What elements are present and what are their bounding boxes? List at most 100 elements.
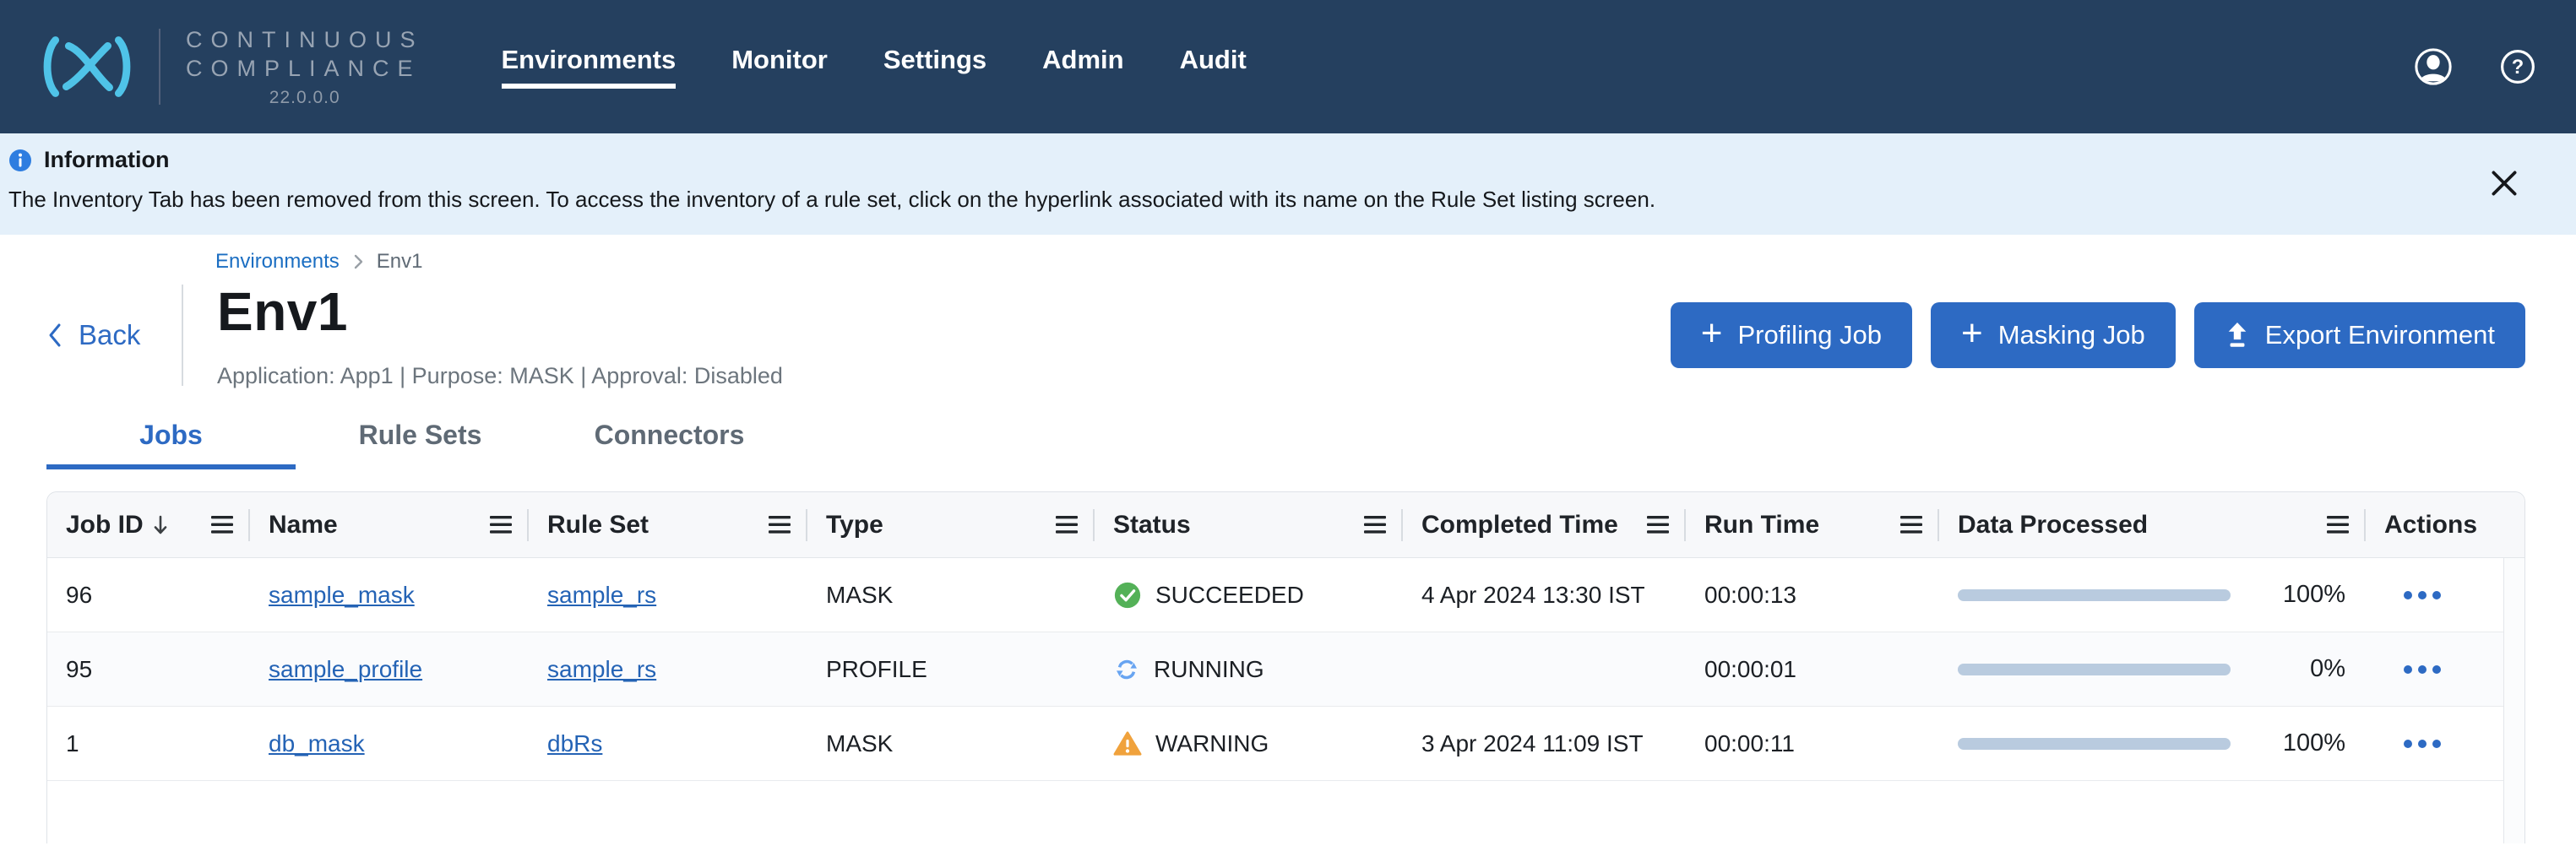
cell-run-time: 00:00:13: [1686, 558, 1939, 632]
export-environment-label: Export Environment: [2265, 320, 2495, 350]
progress-bar: [1958, 589, 2231, 601]
back-button[interactable]: Back: [46, 319, 182, 351]
top-navbar: CONTINUOUS COMPLIANCE 22.0.0.0 Environme…: [0, 0, 2576, 133]
cell-type: PROFILE: [807, 632, 1095, 706]
masking-job-label: Masking Job: [1998, 320, 2145, 350]
cell-completed-time: 4 Apr 2024 13:30 IST: [1403, 558, 1686, 632]
cell-run-time: 00:00:11: [1686, 707, 1939, 780]
nav-item-settings[interactable]: Settings: [883, 45, 986, 89]
export-environment-button[interactable]: Export Environment: [2194, 302, 2525, 368]
column-menu-icon[interactable]: [1647, 516, 1669, 534]
close-icon[interactable]: [2486, 165, 2522, 201]
rule-set-link[interactable]: sample_rs: [547, 656, 656, 683]
job-name-link[interactable]: sample_mask: [269, 582, 415, 609]
row-actions-button[interactable]: [2366, 632, 2503, 706]
row-actions-button[interactable]: [2366, 707, 2503, 780]
progress-bar: [1958, 664, 2231, 675]
jobs-table: Job ID Name Rule Set: [46, 491, 2525, 843]
brand-line2: COMPLIANCE: [186, 54, 424, 83]
tab-connectors[interactable]: Connectors: [545, 420, 794, 469]
column-header-rule-set[interactable]: Rule Set: [529, 492, 807, 557]
cell-status: WARNING: [1095, 707, 1403, 780]
column-header-status[interactable]: Status: [1095, 492, 1403, 557]
banner-title: Information: [44, 147, 170, 173]
tab-rule-sets[interactable]: Rule Sets: [296, 420, 545, 469]
breadcrumb-current: Env1: [377, 250, 423, 274]
nav-item-environments[interactable]: Environments: [502, 45, 677, 89]
masking-job-button[interactable]: + Masking Job: [1931, 302, 2176, 368]
cell-job-id: 1: [47, 707, 250, 780]
help-icon[interactable]: ?: [2500, 49, 2535, 84]
profiling-job-button[interactable]: + Profiling Job: [1671, 302, 1912, 368]
column-header-actions: Actions: [2366, 492, 2524, 557]
column-menu-icon[interactable]: [1900, 516, 1922, 534]
brand-block: CONTINUOUS COMPLIANCE 22.0.0.0: [186, 25, 424, 108]
main-nav: Environments Monitor Settings Admin Audi…: [502, 45, 1247, 89]
svg-text:?: ?: [2512, 57, 2524, 79]
job-name-link[interactable]: sample_profile: [269, 656, 422, 683]
brand-line1: CONTINUOUS: [186, 25, 424, 54]
banner-message: The Inventory Tab has been removed from …: [8, 187, 2483, 213]
page-header: Back Env1 Application: App1 | Purpose: M…: [46, 280, 2525, 389]
cell-data-processed: 100%: [1939, 558, 2366, 632]
column-menu-icon[interactable]: [1056, 516, 1078, 534]
chevron-left-icon: [46, 322, 63, 349]
breadcrumb-environments-link[interactable]: Environments: [215, 250, 340, 274]
ellipsis-menu-icon: [2403, 664, 2442, 675]
column-menu-icon[interactable]: [769, 516, 791, 534]
column-menu-icon[interactable]: [490, 516, 512, 534]
progress-percent: 100%: [2283, 581, 2345, 609]
column-header-type[interactable]: Type: [807, 492, 1095, 557]
rule-set-link[interactable]: sample_rs: [547, 582, 656, 609]
navbar-logo-divider: [159, 29, 160, 105]
table-scrollbar[interactable]: [2503, 558, 2524, 843]
column-menu-icon[interactable]: [2327, 516, 2349, 534]
column-menu-icon[interactable]: [1364, 516, 1386, 534]
cell-job-id: 96: [47, 558, 250, 632]
cell-status: SUCCEEDED: [1095, 558, 1403, 632]
tab-jobs[interactable]: Jobs: [46, 420, 296, 469]
jobs-table-body: 96 sample_mask sample_rs MASK SUCCEEDED …: [47, 558, 2524, 843]
cell-data-processed: 0%: [1939, 632, 2366, 706]
cell-completed-time: 3 Apr 2024 11:09 IST: [1403, 707, 1686, 780]
navbar-right: ?: [2414, 47, 2535, 86]
title-divider: [182, 285, 183, 386]
ellipsis-menu-icon: [2403, 739, 2442, 749]
nav-item-admin[interactable]: Admin: [1042, 45, 1123, 89]
column-header-run-time[interactable]: Run Time: [1686, 492, 1939, 557]
progress-percent: 100%: [2283, 729, 2345, 757]
cell-type: MASK: [807, 558, 1095, 632]
cell-job-id: 95: [47, 632, 250, 706]
progress-percent: 0%: [2310, 655, 2345, 683]
brand-logo-icon[interactable]: [37, 35, 137, 99]
info-banner: Information The Inventory Tab has been r…: [0, 133, 2576, 235]
table-row: 95 sample_profile sample_rs PROFILE RUNN…: [47, 632, 2503, 707]
table-row: 96 sample_mask sample_rs MASK SUCCEEDED …: [47, 558, 2503, 632]
cell-completed-time: [1403, 632, 1686, 706]
app-version: 22.0.0.0: [269, 88, 340, 108]
nav-item-monitor[interactable]: Monitor: [731, 45, 828, 89]
back-label: Back: [79, 319, 140, 351]
rule-set-link[interactable]: dbRs: [547, 730, 602, 757]
user-icon[interactable]: [2414, 47, 2453, 86]
column-header-job-id[interactable]: Job ID: [47, 492, 250, 557]
header-actions: + Profiling Job + Masking Job Export Env…: [1671, 302, 2525, 368]
job-name-link[interactable]: db_mask: [269, 730, 365, 757]
profiling-job-label: Profiling Job: [1737, 320, 1882, 350]
jobs-table-header: Job ID Name Rule Set: [47, 492, 2524, 558]
column-header-data-processed[interactable]: Data Processed: [1939, 492, 2366, 557]
nav-item-audit[interactable]: Audit: [1180, 45, 1247, 89]
sort-desc-icon[interactable]: [152, 514, 169, 536]
cell-status: RUNNING: [1095, 632, 1403, 706]
breadcrumb: Environments Env1: [215, 250, 2525, 274]
cell-data-processed: 100%: [1939, 707, 2366, 780]
check-circle-icon: [1113, 581, 1142, 610]
app-root: CONTINUOUS COMPLIANCE 22.0.0.0 Environme…: [0, 0, 2576, 846]
cell-type: MASK: [807, 707, 1095, 780]
table-row: 1 db_mask dbRs MASK WARNING 3 Apr 2024 1…: [47, 707, 2503, 781]
column-header-completed-time[interactable]: Completed Time: [1403, 492, 1686, 557]
detail-tabs: Jobs Rule Sets Connectors: [46, 420, 2525, 469]
row-actions-button[interactable]: [2366, 558, 2503, 632]
column-menu-icon[interactable]: [211, 516, 233, 534]
column-header-name[interactable]: Name: [250, 492, 529, 557]
